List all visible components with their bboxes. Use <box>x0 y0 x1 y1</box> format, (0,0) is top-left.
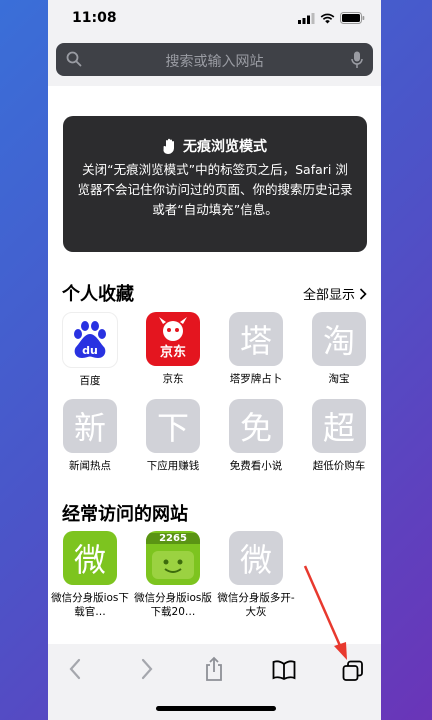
favorite-item-jd[interactable]: 京东 京东 <box>134 312 212 386</box>
microphone-icon[interactable] <box>351 51 363 69</box>
frequent-item-3[interactable]: 微 微信分身版多开-大灰 <box>217 531 295 619</box>
status-time: 11:08 <box>72 10 117 26</box>
favorite-item-earn[interactable]: 下 下应用赚钱 <box>134 399 212 473</box>
frequent-label: 微信分身版多开-大灰 <box>217 592 295 618</box>
private-browsing-card: 无痕浏览模式 关闭“无痕浏览模式”中的标签页之后，Safari 浏览器不会记住你… <box>63 116 367 252</box>
svg-text:du: du <box>82 344 98 357</box>
frequent-item-2[interactable]: 2265 微信分身版ios版下载20… <box>134 531 212 619</box>
news-glyph-icon: 新 <box>63 399 117 453</box>
favorite-label: 淘宝 <box>328 373 350 385</box>
frequent-item-1[interactable]: 微 微信分身版ios下载官… <box>51 531 129 619</box>
baidu-icon: du <box>62 312 118 368</box>
favorite-item-tarot[interactable]: 塔 塔罗牌占卜 <box>217 312 295 386</box>
show-all-link[interactable]: 全部显示 <box>303 284 367 303</box>
battery-icon <box>340 12 365 24</box>
favorite-label: 免费看小说 <box>229 460 283 472</box>
bookmarks-icon[interactable] <box>272 660 296 680</box>
tabs-icon[interactable] <box>342 660 364 682</box>
frequent-sites-title: 经常访问的网站 <box>62 504 188 525</box>
show-all-label: 全部显示 <box>302 288 355 303</box>
favorite-item-novel[interactable]: 免 免费看小说 <box>217 399 295 473</box>
private-browsing-description: 关闭“无痕浏览模式”中的标签页之后，Safari 浏览器不会记住你访问过的页面、… <box>77 162 353 217</box>
status-bar: 11:08 <box>48 0 381 36</box>
jd-logo-text: 京东 <box>159 345 186 360</box>
chevron-right-icon <box>359 287 367 300</box>
favorite-item-baidu[interactable]: du 百度 <box>51 312 129 388</box>
car-glyph-icon: 超 <box>312 399 366 453</box>
safari-window: 11:08 搜索或输入网站 无痕浏览模式 关闭“无痕浏览模式”中的标签页之后，S… <box>48 0 381 720</box>
start-page: 无痕浏览模式 关闭“无痕浏览模式”中的标签页之后，Safari 浏览器不会记住你… <box>48 86 381 644</box>
favorite-label: 塔罗牌占卜 <box>229 373 283 385</box>
cellular-signal-icon <box>298 12 315 24</box>
wechat-glyph-icon: 微 <box>63 531 117 585</box>
favorites-title: 个人收藏 <box>62 284 134 305</box>
favorite-item-news[interactable]: 新 新闻热点 <box>51 399 129 473</box>
frequent-label: 微信分身版ios下载官… <box>51 592 129 618</box>
jd-icon: 京东 <box>146 312 200 366</box>
favorite-item-car[interactable]: 超 超低价购车 <box>300 399 378 473</box>
favorite-label: 新闻热点 <box>69 460 111 472</box>
private-title-text: 无痕浏览模式 <box>183 139 267 155</box>
hand-icon <box>163 138 174 154</box>
favorite-label: 百度 <box>79 375 101 387</box>
wifi-icon <box>320 13 335 23</box>
wechat-glyph-icon: 微 <box>229 531 283 585</box>
address-bar[interactable]: 搜索或输入网站 <box>56 43 373 76</box>
taobao-glyph-icon: 淘 <box>312 312 366 366</box>
favorite-item-taobao[interactable]: 淘 淘宝 <box>300 312 378 386</box>
forward-icon[interactable] <box>140 658 154 680</box>
frequent-label: 微信分身版ios版下载20… <box>134 592 212 618</box>
status-icons <box>298 12 365 24</box>
tarot-glyph-icon: 塔 <box>229 312 283 366</box>
address-placeholder: 搜索或输入网站 <box>165 54 264 70</box>
share-icon[interactable] <box>204 656 224 682</box>
app2265-icon: 2265 <box>146 531 200 585</box>
favorite-label: 京东 <box>162 373 184 385</box>
favorite-label: 下应用赚钱 <box>146 460 200 472</box>
novel-glyph-icon: 免 <box>229 399 283 453</box>
private-browsing-title: 无痕浏览模式 <box>63 136 367 156</box>
favorite-label: 超低价购车 <box>312 460 366 472</box>
home-indicator <box>156 706 276 711</box>
bottom-toolbar <box>48 644 381 720</box>
back-icon[interactable] <box>68 658 82 680</box>
earn-glyph-icon: 下 <box>146 399 200 453</box>
